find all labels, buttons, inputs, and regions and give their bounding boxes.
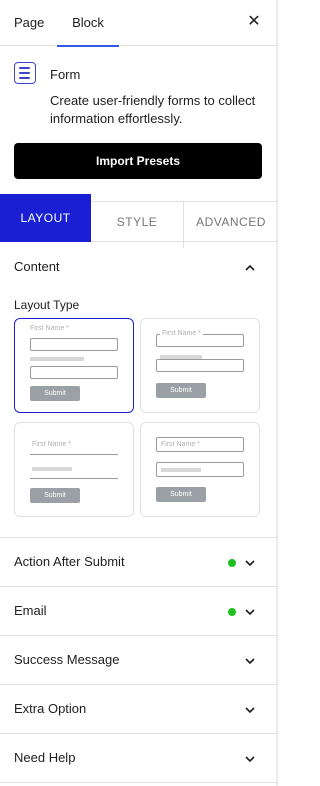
- layout-preset-2[interactable]: First Name * Submit: [140, 318, 260, 413]
- preset-submit-button: Submit: [156, 383, 206, 398]
- chevron-down-icon: [245, 609, 255, 616]
- preset-placeholder-bar: [32, 467, 72, 471]
- preset-submit-button: Submit: [30, 488, 80, 503]
- panel-extra-option[interactable]: Extra Option: [0, 685, 278, 734]
- panel-label: Email: [14, 603, 47, 618]
- status-dot: [228, 608, 236, 616]
- layout-type-label: Layout Type: [14, 298, 80, 312]
- block-title: Form: [50, 67, 81, 82]
- tab-advanced[interactable]: ADVANCED: [184, 201, 278, 248]
- block-description: Create user-friendly forms to collect in…: [50, 93, 256, 126]
- chevron-down-icon: [245, 707, 255, 714]
- panel-action-after-submit[interactable]: Action After Submit: [0, 538, 278, 587]
- panel-need-help[interactable]: Need Help: [0, 734, 278, 783]
- preset-field-label: First Name *: [161, 441, 200, 448]
- import-presets-button[interactable]: Import Presets: [14, 143, 262, 179]
- panel-label: Success Message: [14, 652, 120, 667]
- panel-label: Need Help: [14, 750, 76, 765]
- chevron-down-icon: [245, 658, 255, 665]
- layout-preset-1[interactable]: First Name * Submit: [14, 318, 134, 413]
- preset-field-label: First Name *: [160, 330, 203, 337]
- preset-input-box: [30, 338, 118, 351]
- tab-style[interactable]: STYLE: [91, 201, 184, 248]
- preset-underline: [30, 478, 118, 479]
- preset-field-label: First Name *: [32, 441, 71, 448]
- close-icon[interactable]: ✕: [244, 12, 264, 32]
- chevron-down-icon: [245, 756, 255, 763]
- chevron-up-icon: [245, 264, 255, 271]
- tab-layout[interactable]: LAYOUT: [0, 194, 91, 242]
- content-panel-header[interactable]: Content: [0, 243, 278, 292]
- tab-page[interactable]: Page: [14, 0, 44, 46]
- chevron-down-icon: [245, 560, 255, 567]
- panel-email[interactable]: Email: [0, 587, 278, 636]
- panel-success-message[interactable]: Success Message: [0, 636, 278, 685]
- settings-tabs: LAYOUT STYLE ADVANCED: [0, 194, 278, 248]
- preset-placeholder-bar: [161, 468, 201, 472]
- preset-submit-button: Submit: [30, 386, 80, 401]
- preset-field-label: First Name *: [30, 325, 69, 332]
- layout-preset-3[interactable]: First Name * Submit: [14, 422, 134, 517]
- preset-input-box: [30, 366, 118, 379]
- preset-placeholder-bar: [30, 357, 84, 361]
- status-dot: [228, 559, 236, 567]
- sidebar-header: Page Block ✕: [0, 0, 278, 47]
- tab-block[interactable]: Block: [57, 0, 119, 47]
- panel-label: Action After Submit: [14, 554, 125, 569]
- preset-submit-button: Submit: [156, 487, 206, 502]
- layout-preset-4[interactable]: First Name * Submit: [140, 422, 260, 517]
- content-panel-title: Content: [14, 259, 60, 274]
- preset-input-box: [156, 359, 244, 372]
- form-icon: [14, 62, 36, 84]
- preset-underline: [30, 454, 118, 455]
- panel-label: Extra Option: [14, 701, 87, 716]
